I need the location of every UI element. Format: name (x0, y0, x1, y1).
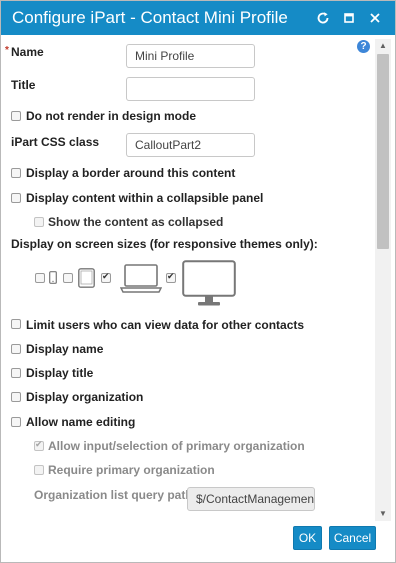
do-not-render-label: Do not render in design mode (26, 109, 197, 123)
collapsible-panel-label: Display content within a collapsible pan… (26, 191, 264, 205)
required-marker: * (5, 45, 9, 56)
allow-name-editing-checkbox[interactable] (11, 417, 21, 427)
display-title-checkbox[interactable] (11, 368, 21, 378)
ok-button[interactable]: OK (293, 526, 322, 550)
scroll-down-icon[interactable]: ▼ (375, 507, 391, 521)
allow-name-editing-label: Allow name editing (26, 415, 136, 429)
maximize-icon[interactable] (340, 9, 358, 27)
phone-checkbox[interactable] (63, 273, 73, 283)
tablet-icon (78, 268, 95, 293)
display-name-label: Display name (26, 342, 104, 356)
phone-small-checkbox[interactable] (35, 273, 45, 283)
cancel-button[interactable]: Cancel (329, 526, 376, 550)
configure-ipart-dialog: Configure iPart - Contact Mini Profile ?… (0, 0, 396, 563)
limit-users-checkbox[interactable] (11, 319, 21, 329)
css-class-label: iPart CSS class (11, 135, 100, 149)
tablet-checkbox[interactable] (101, 271, 111, 283)
refresh-icon[interactable] (314, 9, 332, 27)
require-primary-org-checkbox[interactable] (34, 465, 44, 475)
allow-primary-org-label: Allow input/selection of primary organiz… (48, 439, 305, 453)
phone-small-icon (49, 271, 57, 289)
allow-primary-org-checkbox[interactable] (34, 439, 44, 451)
laptop-icon (119, 264, 163, 298)
screen-sizes-label: Display on screen sizes (for responsive … (11, 237, 318, 251)
display-title-label: Display title (26, 366, 94, 380)
org-query-path-label: Organization list query path (34, 488, 193, 502)
scroll-up-icon[interactable]: ▲ (375, 39, 391, 53)
title-input[interactable] (126, 77, 255, 101)
desktop-icon (182, 260, 236, 312)
dialog-title: Configure iPart - Contact Mini Profile (12, 8, 288, 27)
help-icon[interactable]: ? (357, 40, 370, 53)
org-query-path-input[interactable]: $/ContactManagement (187, 487, 315, 511)
display-border-label: Display a border around this content (26, 166, 236, 180)
laptop-checkbox[interactable] (166, 271, 176, 283)
require-primary-org-label: Require primary organization (48, 463, 215, 477)
css-class-input[interactable]: CalloutPart2 (126, 133, 255, 157)
name-input[interactable]: Mini Profile (126, 44, 255, 68)
scroll-thumb[interactable] (377, 54, 389, 249)
display-name-checkbox[interactable] (11, 344, 21, 354)
display-border-checkbox[interactable] (11, 168, 21, 178)
show-collapsed-label: Show the content as collapsed (48, 215, 224, 229)
limit-users-label: Limit users who can view data for other … (26, 318, 305, 332)
display-organization-label: Display organization (26, 390, 144, 404)
collapsible-panel-checkbox[interactable] (11, 193, 21, 203)
name-label: Name (11, 45, 44, 59)
dialog-content: ? * Name Mini Profile Title Do not rende… (1, 35, 374, 522)
dialog-titlebar: Configure iPart - Contact Mini Profile (1, 1, 395, 35)
title-label: Title (11, 78, 36, 92)
display-organization-checkbox[interactable] (11, 392, 21, 402)
vertical-scrollbar[interactable]: ▲ ▼ (375, 39, 391, 521)
do-not-render-checkbox[interactable] (11, 111, 21, 121)
show-collapsed-checkbox[interactable] (34, 217, 44, 227)
close-icon[interactable] (366, 9, 384, 27)
